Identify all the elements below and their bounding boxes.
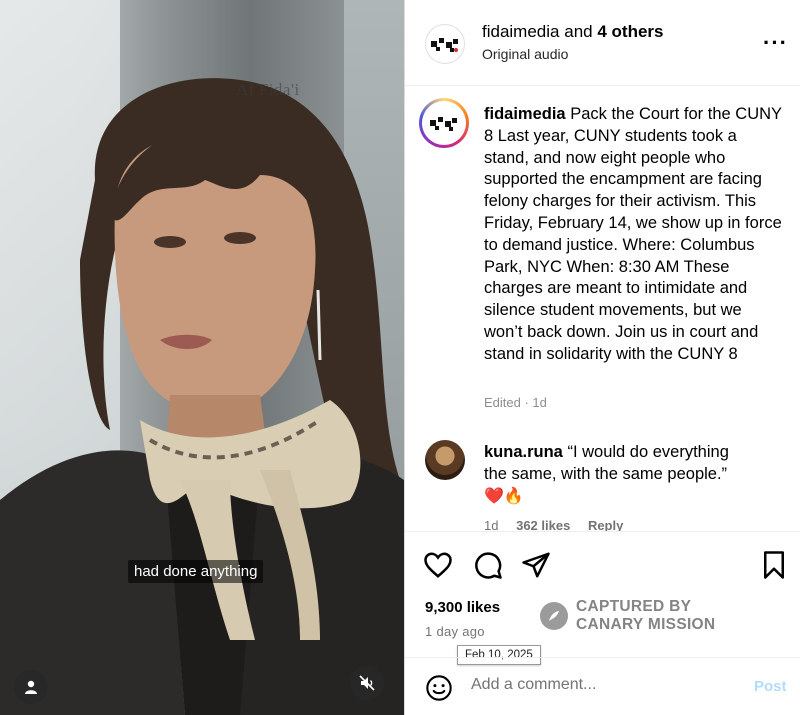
caption-edited-time: Edited · 1d xyxy=(484,395,547,410)
and-text: and xyxy=(564,22,593,41)
more-options-icon[interactable]: ··· xyxy=(763,30,788,56)
video-player[interactable]: Al Fida'i had done anything xyxy=(0,0,404,715)
captured-text: CAPTURED BY CANARY MISSION xyxy=(576,598,715,634)
author-username[interactable]: fidaimedia xyxy=(482,22,560,41)
video-frame-person xyxy=(0,78,404,715)
mute-toggle-button[interactable] xyxy=(350,666,384,700)
fidaimedia-logo-icon xyxy=(430,117,457,131)
captured-line-1: CAPTURED BY xyxy=(576,598,692,615)
comment-input[interactable] xyxy=(471,676,741,694)
collaborators-link[interactable]: 4 others xyxy=(597,22,663,41)
canary-logo-icon xyxy=(540,602,568,630)
video-subtitle: had done anything xyxy=(128,560,264,583)
share-icon[interactable] xyxy=(521,550,551,580)
comment: kuna.runa “I would do everything the sam… xyxy=(484,442,754,486)
user-icon xyxy=(25,680,37,694)
post-likes-count[interactable]: 9,300 likes xyxy=(425,599,500,616)
caption-author-avatar[interactable] xyxy=(419,98,469,148)
comment-icon[interactable] xyxy=(473,550,503,580)
add-comment-bar: Post xyxy=(405,657,800,715)
post-actions: 9,300 likes 1 day ago CAPTURED BY CANARY… xyxy=(405,531,800,665)
canary-mission-watermark: CAPTURED BY CANARY MISSION xyxy=(540,598,715,634)
audio-link[interactable]: Original audio xyxy=(482,46,568,62)
heart-icon[interactable] xyxy=(423,550,453,580)
video-watermark: Al Fida'i xyxy=(236,80,300,99)
instagram-post-view: Al Fida'i had done anything fidaimedia a… xyxy=(0,0,800,715)
commenter-avatar[interactable] xyxy=(425,440,465,480)
caption-username[interactable]: fidaimedia xyxy=(484,105,566,123)
caption-text: Pack the Court for the CUNY 8 Last year,… xyxy=(484,105,782,363)
post-comment-button[interactable]: Post xyxy=(754,678,787,695)
emoji-icon[interactable] xyxy=(425,674,453,702)
caption-avatar-inner xyxy=(422,101,466,145)
comment-emoji: ❤️🔥 xyxy=(484,488,524,505)
tagged-users-button[interactable] xyxy=(14,670,48,704)
post-header: fidaimedia and 4 others Original audio ·… xyxy=(405,0,800,86)
post-panel: fidaimedia and 4 others Original audio ·… xyxy=(404,0,800,715)
fidaimedia-logo-icon xyxy=(431,38,458,52)
bookmark-icon[interactable] xyxy=(759,550,789,580)
post-authors: fidaimedia and 4 others xyxy=(482,22,663,42)
post-caption: fidaimedia Pack the Court for the CUNY 8… xyxy=(484,104,784,366)
captured-line-2: CANARY MISSION xyxy=(576,616,716,633)
author-avatar[interactable] xyxy=(425,24,465,64)
comment-username[interactable]: kuna.runa xyxy=(484,443,563,461)
muted-speaker-icon xyxy=(359,675,375,691)
post-time[interactable]: 1 day ago xyxy=(425,624,485,639)
